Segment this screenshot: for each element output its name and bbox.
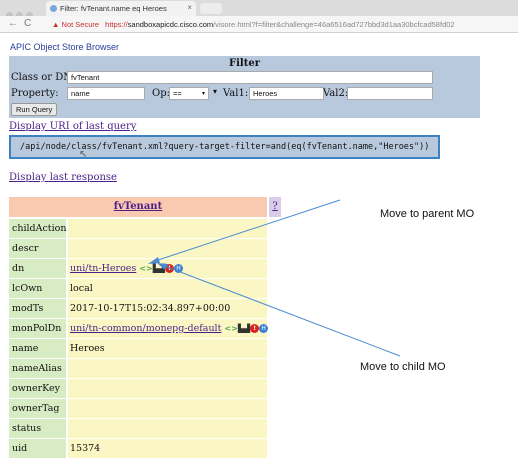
child-arrow [161, 264, 401, 357]
parent-arrow [151, 199, 341, 263]
child-arrowhead [157, 263, 168, 270]
parent-arrowhead [148, 257, 160, 264]
annotation-arrows [148, 199, 401, 357]
